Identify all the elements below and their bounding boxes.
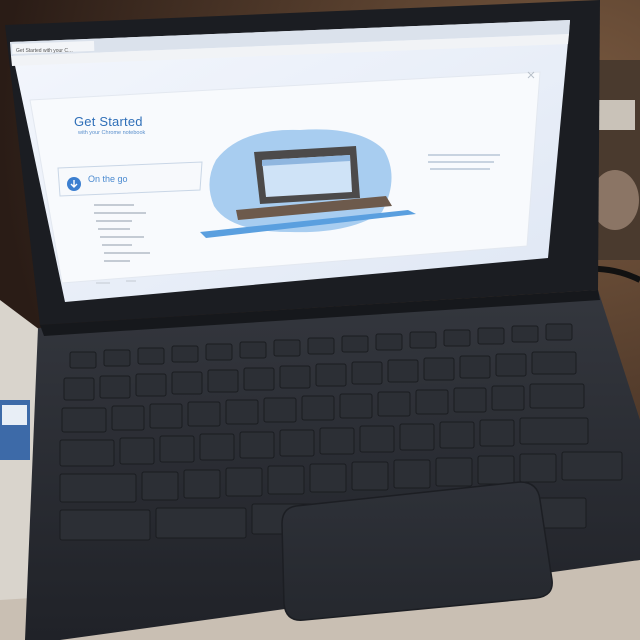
page-title: Get Started bbox=[74, 114, 143, 129]
sidebar-item-on-the-go[interactable]: On the go bbox=[88, 174, 128, 184]
page-subtitle: with your Chrome notebook bbox=[78, 130, 146, 136]
browser-tab-title[interactable]: Get Started with your C… bbox=[16, 48, 73, 54]
screen-content: Get Started with your C… Get Started wit… bbox=[0, 0, 640, 640]
